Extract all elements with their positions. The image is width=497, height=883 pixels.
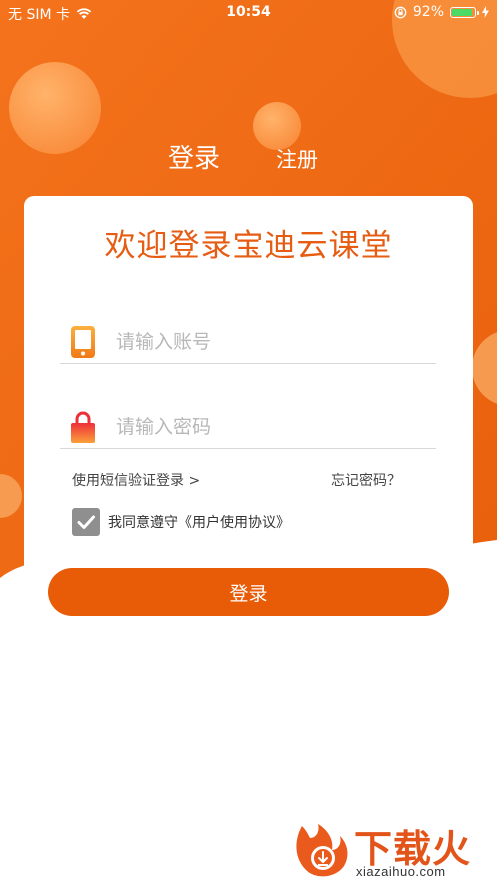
battery-icon (450, 6, 479, 18)
phone-icon (71, 326, 95, 358)
orientation-lock-icon (394, 6, 407, 18)
agreement-row: 我同意遵守《用户使用协议》 (72, 508, 290, 536)
lock-icon (71, 411, 95, 443)
charging-icon (482, 6, 489, 18)
checkmark-icon (77, 515, 95, 529)
login-button[interactable]: 登录 (48, 568, 449, 616)
status-bar: 无 SIM 卡 10:54 92% (0, 0, 497, 26)
sms-login-link[interactable]: 使用短信验证登录 > (72, 470, 200, 490)
decor-circle-left (9, 62, 101, 154)
decor-circle-center (253, 102, 301, 150)
account-field (60, 317, 436, 364)
battery-percent: 92% (412, 4, 444, 20)
tab-login[interactable]: 登录 (168, 138, 220, 175)
agree-checkbox[interactable] (72, 508, 100, 536)
watermark-url: xiazaihuo.com (356, 864, 446, 879)
welcome-title: 欢迎登录宝迪云课堂 (104, 228, 393, 264)
tab-register[interactable]: 注册 (276, 144, 318, 174)
account-input[interactable] (114, 325, 428, 359)
login-card: 欢迎登录宝迪云课堂 使用短信验证登录 > 忘记密码？ (24, 196, 473, 610)
password-field (60, 402, 436, 449)
watermark: 下载火 xiazaihuo.com (292, 818, 492, 880)
flame-logo-icon (296, 824, 348, 877)
status-right: 92% (394, 4, 489, 20)
agreement-label[interactable]: 我同意遵守《用户使用协议》 (108, 512, 290, 532)
password-input[interactable] (114, 410, 428, 444)
forgot-password-link[interactable]: 忘记密码？ (331, 470, 401, 490)
